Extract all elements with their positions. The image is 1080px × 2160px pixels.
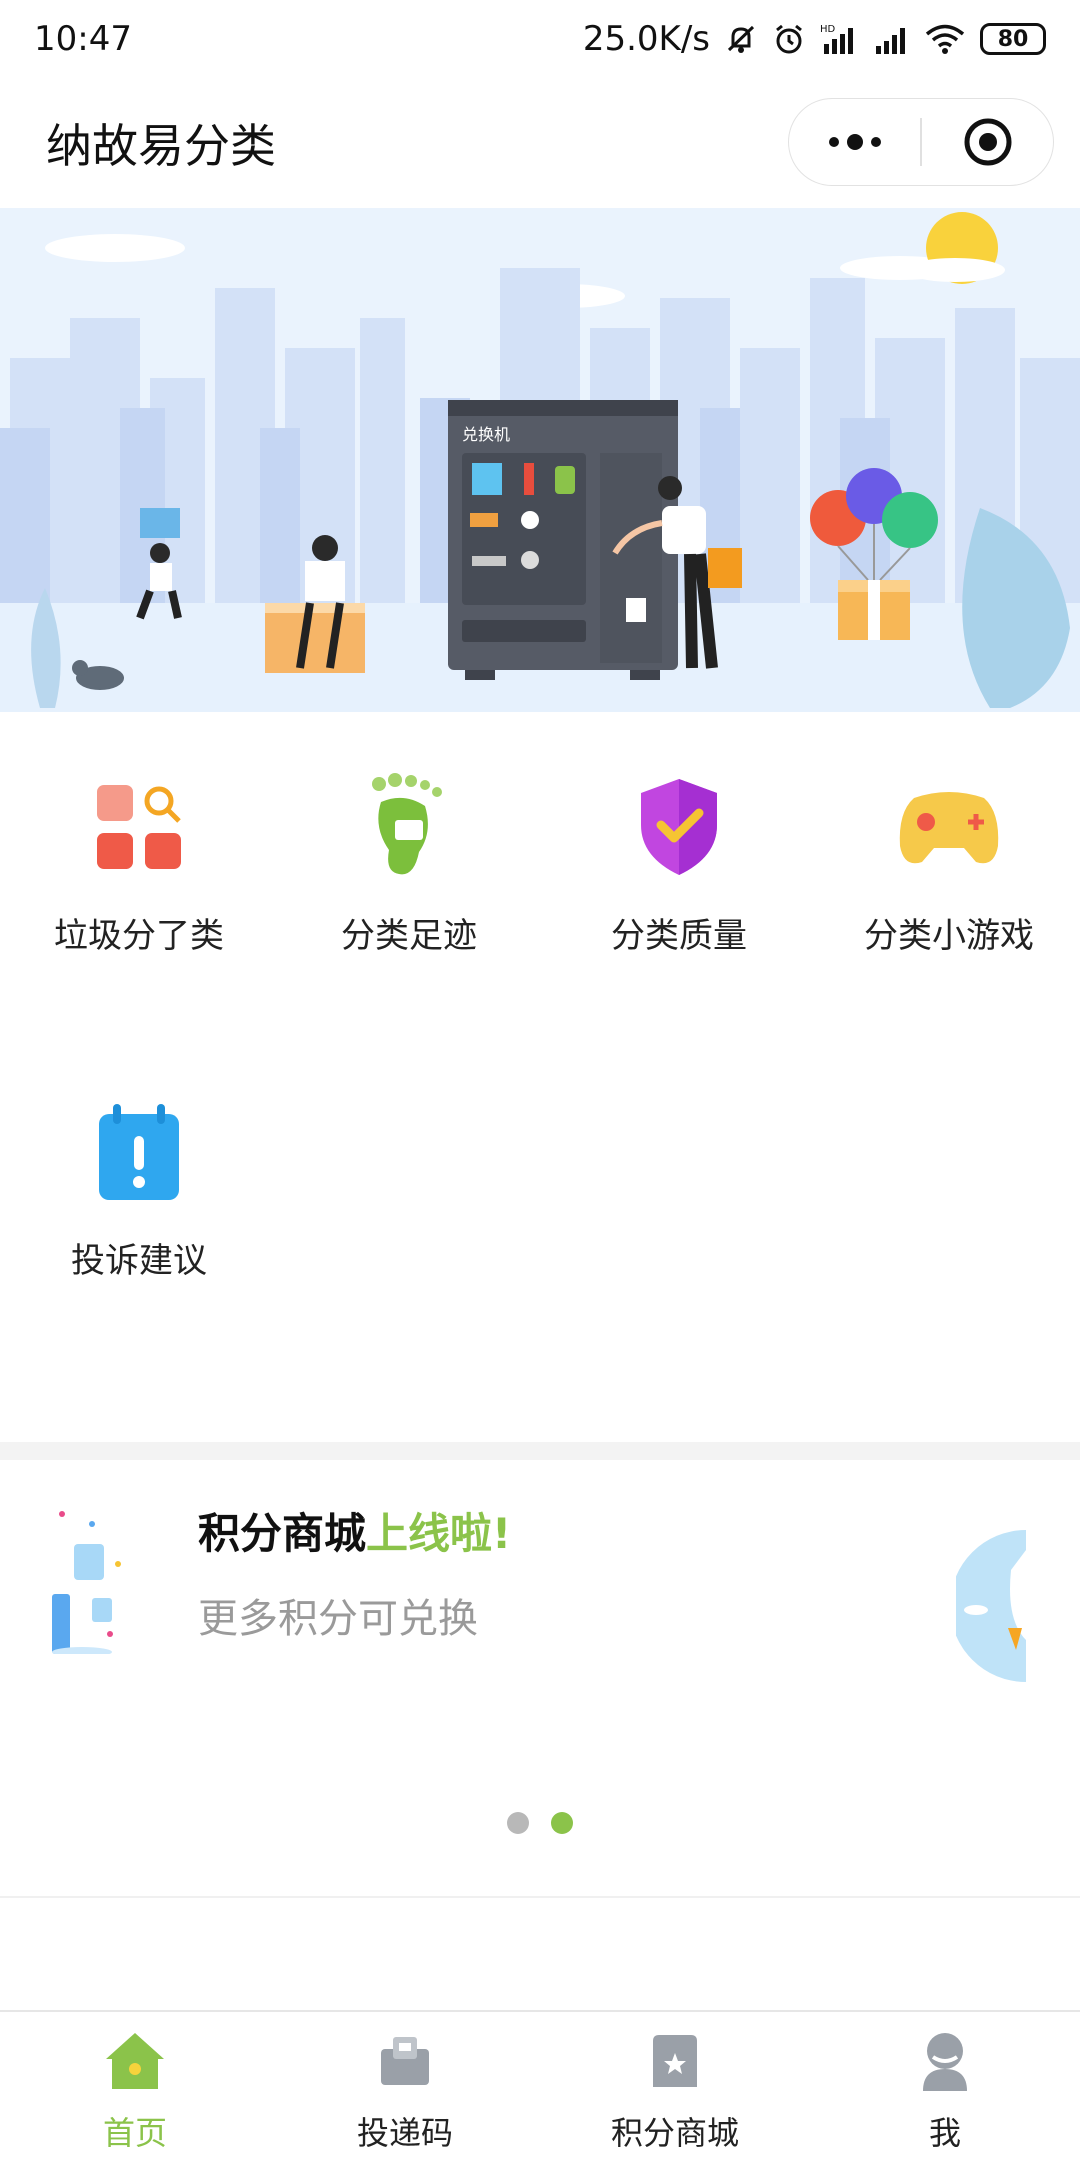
mini-program-capsule	[788, 98, 1054, 186]
close-mini-program-button[interactable]	[922, 99, 1053, 185]
tab-delivery-code[interactable]: 投递码	[270, 2012, 540, 2160]
home-icon	[100, 2026, 170, 2096]
grid-item-label: 分类小游戏	[864, 916, 1034, 956]
promo-title-main: 积分商城	[198, 1509, 367, 1558]
promo-carousel[interactable]: 积分商城上线啦! 更多积分可兑换	[0, 1460, 1080, 1898]
signal-icon	[874, 22, 910, 56]
status-time: 10:47	[34, 19, 132, 59]
points-mall-icon	[640, 2026, 710, 2096]
pagination-dot[interactable]	[507, 1812, 529, 1834]
target-close-icon	[964, 118, 1011, 166]
tab-label: 积分商城	[610, 2114, 739, 2152]
gamepad-icon	[894, 772, 1004, 882]
promo-right-illustration	[956, 1530, 1026, 1682]
grid-item-sort-trash[interactable]: 垃圾分了类	[4, 772, 274, 957]
banner-illustration: 兑换机	[0, 208, 1080, 712]
bottom-tab-bar: 首页 投递码 积分商城 我	[0, 2010, 1080, 2160]
delivery-code-icon	[370, 2026, 440, 2096]
tab-me[interactable]: 我	[810, 2012, 1080, 2160]
grid-item-mini-game[interactable]: 分类小游戏	[814, 772, 1080, 957]
complaint-icon	[84, 1097, 194, 1207]
status-icons: 25.0K/s HD 80	[583, 19, 1046, 59]
carousel-pagination	[0, 1812, 1080, 1834]
sort-search-icon	[84, 772, 194, 882]
footprint-icon	[354, 772, 464, 882]
alarm-clock-icon	[772, 22, 806, 56]
section-divider	[0, 1442, 1080, 1460]
pagination-dot-active[interactable]	[551, 1812, 573, 1834]
more-menu-button[interactable]	[789, 99, 920, 185]
page-title: 纳故易分类	[46, 119, 276, 173]
shield-check-icon	[624, 772, 734, 882]
battery-level: 80	[997, 26, 1029, 52]
mute-bell-icon	[724, 22, 758, 56]
promo-subtitle: 更多积分可兑换	[198, 1596, 478, 1642]
grid-item-complaint[interactable]: 投诉建议	[4, 1097, 274, 1282]
more-dots-icon	[828, 134, 881, 150]
grid-item-footprint[interactable]: 分类足迹	[274, 772, 544, 957]
hd-label: HD	[820, 24, 836, 35]
status-bar: 10:47 25.0K/s HD 80	[0, 0, 1080, 78]
promo-title: 积分商城上线啦!	[198, 1500, 511, 1561]
promo-title-highlight: 上线啦!	[366, 1509, 512, 1558]
app-header: 纳故易分类	[0, 78, 1080, 208]
tab-label: 投递码	[356, 2114, 453, 2152]
tab-points-mall[interactable]: 积分商城	[540, 2012, 810, 2160]
grid-item-label: 投诉建议	[71, 1241, 207, 1281]
promo-left-illustration	[52, 1511, 121, 1654]
grid-item-label: 分类质量	[611, 916, 747, 956]
grid-item-label: 垃圾分了类	[54, 916, 224, 956]
grid-item-quality[interactable]: 分类质量	[544, 772, 814, 957]
battery-icon: 80	[980, 23, 1046, 55]
machine-label: 兑换机	[462, 425, 510, 444]
grid-item-label: 分类足迹	[341, 916, 477, 956]
tab-home[interactable]: 首页	[0, 2012, 270, 2160]
home-banner[interactable]: 兑换机	[0, 208, 1080, 712]
tab-label: 我	[928, 2114, 961, 2152]
wifi-icon	[924, 22, 966, 56]
user-icon	[910, 2026, 980, 2096]
signal-hd-icon: HD	[820, 22, 860, 56]
tab-label: 首页	[102, 2114, 167, 2152]
network-speed: 25.0K/s	[582, 19, 710, 59]
